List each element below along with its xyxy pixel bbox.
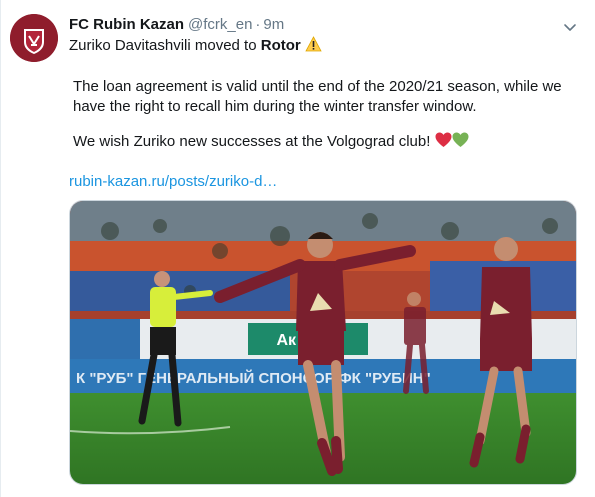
tweet-photo[interactable]: Ак Барс К "РУБ" ГЕНЕРАЛЬНЫЙ СПОНСОР ФК "… [69, 200, 577, 485]
football-celebration-image: Ак Барс К "РУБ" ГЕНЕРАЛЬНЫЙ СПОНСОР ФК "… [70, 201, 576, 484]
author-name[interactable]: FC Rubin Kazan [69, 16, 184, 33]
tweet-line-1: Zuriko Davitashvili moved to Rotor [69, 36, 322, 56]
banner-text: К "РУБ" ГЕНЕРАЛЬНЫЙ СПОНСОР ФК "РУБИН" [76, 369, 431, 387]
red-heart-icon [435, 132, 452, 147]
paragraph-3-text: We wish Zuriko new successes at the Volg… [73, 133, 431, 150]
article-link[interactable]: rubin-kazan.ru/posts/zuriko-d… [69, 172, 277, 192]
avatar[interactable] [10, 14, 58, 62]
line1-text: Zuriko Davitashvili moved to [69, 37, 261, 54]
author-handle[interactable]: @fcrk_en [188, 16, 252, 33]
tweet-paragraph-3: We wish Zuriko new successes at the Volg… [73, 132, 469, 152]
separator-dot: · [255, 16, 261, 33]
rotor-text: Rotor [260, 37, 301, 54]
tweet-header: FC Rubin Kazan @fcrk_en · 9m [69, 15, 284, 35]
tweet-card[interactable]: FC Rubin Kazan @fcrk_en · 9m Zuriko Davitas… [0, 0, 595, 497]
rubin-kazan-logo-icon [10, 14, 58, 62]
chevron-down-icon[interactable] [561, 18, 579, 36]
warning-icon [305, 36, 322, 52]
green-heart-icon [452, 132, 469, 147]
tweet-paragraph-2: The loan agreement is valid until the en… [73, 78, 562, 115]
timestamp[interactable]: 9m [263, 16, 284, 33]
